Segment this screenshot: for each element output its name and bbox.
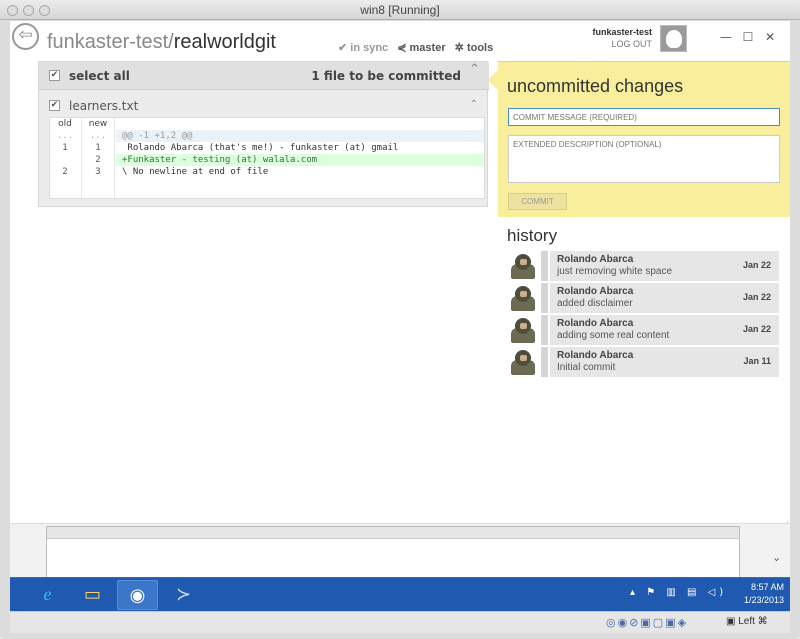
file-explorer-icon: ▭ — [83, 584, 101, 604]
back-button[interactable]: ⇦ — [12, 23, 39, 50]
diff-code: \ No newline at end of file — [122, 167, 269, 177]
clock-time: 8:57 AM — [750, 582, 784, 592]
file-checkbox[interactable]: ✔ — [49, 100, 60, 111]
history-list: Rolando Abarca just removing white space… — [507, 251, 779, 379]
commit-author: Rolando Abarca — [557, 286, 634, 297]
new-line-number: 1 — [95, 143, 101, 153]
taskbar-clock[interactable]: 8:57 AM 1/23/2013 — [732, 581, 784, 607]
uncommitted-changes-panel: uncommitted changes COMMIT — [498, 61, 790, 217]
commit-message: just removing white space — [557, 266, 673, 277]
old-column-header: old — [58, 119, 72, 129]
history-title: history — [507, 226, 558, 245]
commit-button[interactable]: COMMIT — [508, 193, 567, 210]
commit-author: Rolando Abarca — [557, 350, 634, 361]
guest-screen: ⇦ funkaster-test/realworldgit ✔ in sync … — [10, 21, 790, 633]
extended-description-input[interactable] — [508, 135, 780, 183]
changes-header: ✔ select all 1 file to be committed ⌃ — [39, 62, 489, 90]
octocat-icon — [666, 30, 682, 48]
clock-date: 1/23/2013 — [743, 595, 784, 605]
history-item[interactable]: Rolando Abarca adding some real content … — [507, 315, 779, 345]
history-item[interactable]: Rolando Abarca Initial commit Jan 11 — [507, 347, 779, 377]
history-item[interactable]: Rolando Abarca just removing white space… — [507, 251, 779, 281]
repo-actions: ✔ in sync ⋞ master ✲ tools — [338, 41, 499, 54]
background-window — [10, 523, 790, 578]
file-name[interactable]: learners.txt — [69, 99, 138, 113]
file-collapse-icon[interactable]: ⌃ — [470, 99, 478, 110]
system-tray-icons[interactable]: ▴ ⚑ ▥ ▤ ◁) — [630, 587, 727, 598]
internet-explorer-icon: e — [43, 584, 52, 604]
windows-taskbar: e ▭ ◉ ≻ ▴ ⚑ ▥ ▤ ◁) 8:57 AM 1/23/2013 — [10, 577, 790, 611]
commit-date: Jan 11 — [743, 356, 771, 366]
repo-owner: funkaster-test/ — [47, 31, 174, 53]
commit-message-input[interactable] — [508, 108, 780, 126]
commit-date: Jan 22 — [742, 292, 771, 302]
logout-link[interactable]: LOG OUT — [580, 39, 652, 49]
commit-message: added disclaimer — [557, 298, 633, 309]
sync-status-link[interactable]: ✔ in sync — [338, 42, 388, 54]
repo-title: funkaster-test/realworldgit — [47, 31, 276, 54]
diff-line: 2 +Funkaster - testing (at) walala.com — [50, 154, 484, 166]
commit-author: Rolando Abarca — [557, 254, 634, 265]
virtualbox-status-bar: ◎◉⊘▣▢▣◈ ▣ Left ⌘ — [10, 611, 790, 633]
diff-code: @@ -1 +1,2 @@ — [116, 130, 484, 142]
commit-author: Rolando Abarca — [557, 318, 634, 329]
history-item[interactable]: Rolando Abarca added disclaimer Jan 22 — [507, 283, 779, 313]
commit-date: Jan 22 — [742, 260, 771, 270]
collapse-all-icon[interactable]: ⌃ — [469, 63, 480, 76]
app-window-controls: — ☐ ✕ — [715, 30, 781, 44]
changes-panel: ✔ select all 1 file to be committed ⌃ ✔ … — [38, 61, 489, 207]
maximize-icon[interactable]: ☐ — [737, 30, 759, 44]
author-avatar — [507, 251, 540, 281]
scroll-down-icon[interactable]: ⌄ — [772, 551, 781, 564]
old-line-number: 2 — [62, 167, 68, 177]
author-avatar — [507, 283, 540, 313]
author-avatar — [507, 347, 540, 377]
old-line-number: 1 — [62, 143, 68, 153]
back-arrow-icon: ⇦ — [18, 25, 33, 45]
new-line-number: 3 — [95, 167, 101, 177]
window-title: win8 [Running] — [360, 3, 440, 17]
account-info: funkaster-test LOG OUT — [580, 27, 652, 49]
uncommitted-title: uncommitted changes — [507, 76, 684, 96]
select-all-label[interactable]: select all — [69, 69, 130, 83]
diff-header-row: old new — [50, 118, 484, 130]
new-line-number: 2 — [95, 155, 101, 165]
vm-window: win8 [Running] ⇦ funkaster-test/realworl… — [0, 0, 800, 639]
taskbar-internet-explorer[interactable]: e — [27, 580, 68, 610]
close-icon[interactable]: ✕ — [759, 30, 781, 44]
diff-view: old new ... ... @@ -1 +1,2 @@ 1 1 Roland… — [49, 117, 485, 199]
new-column-header: new — [88, 119, 108, 129]
window-titlebar: win8 [Running] — [0, 0, 800, 20]
taskbar-powershell[interactable]: ≻ — [163, 580, 204, 610]
github-avatar[interactable] — [660, 25, 687, 52]
old-line-number: ... — [56, 131, 74, 141]
commit-date: Jan 22 — [742, 324, 771, 334]
taskbar-file-explorer[interactable]: ▭ — [72, 580, 113, 610]
commit-message: Initial commit — [557, 362, 616, 373]
powershell-icon: ≻ — [175, 584, 192, 604]
author-avatar — [507, 315, 540, 345]
commit-message: adding some real content — [557, 330, 670, 341]
diff-line: 1 1 Rolando Abarca (that's me!) - funkas… — [50, 142, 484, 154]
select-all-checkbox[interactable]: ✔ — [49, 70, 60, 81]
diff-code: +Funkaster - testing (at) walala.com — [116, 154, 484, 166]
background-window-content — [46, 526, 740, 578]
host-key-indicator: ▣ Left ⌘ — [726, 616, 768, 627]
tools-menu[interactable]: ✲ tools — [455, 42, 494, 54]
minimize-icon[interactable]: — — [715, 30, 737, 44]
github-app-icon: ◉ — [129, 585, 146, 605]
repo-name: realworldgit — [173, 31, 276, 53]
diff-line: ... ... @@ -1 +1,2 @@ — [50, 130, 484, 142]
new-line-number: ... — [89, 131, 107, 141]
virtualbox-device-icons[interactable]: ◎◉⊘▣▢▣◈ — [606, 616, 688, 629]
diff-code: Rolando Abarca (that's me!) - funkaster … — [122, 143, 399, 153]
commit-count-label: 1 file to be committed — [311, 69, 461, 83]
branch-selector[interactable]: ⋞ master — [397, 42, 445, 54]
taskbar-github-app[interactable]: ◉ — [117, 580, 158, 610]
username: funkaster-test — [592, 27, 652, 37]
diff-line: 2 3 \ No newline at end of file — [50, 166, 484, 178]
